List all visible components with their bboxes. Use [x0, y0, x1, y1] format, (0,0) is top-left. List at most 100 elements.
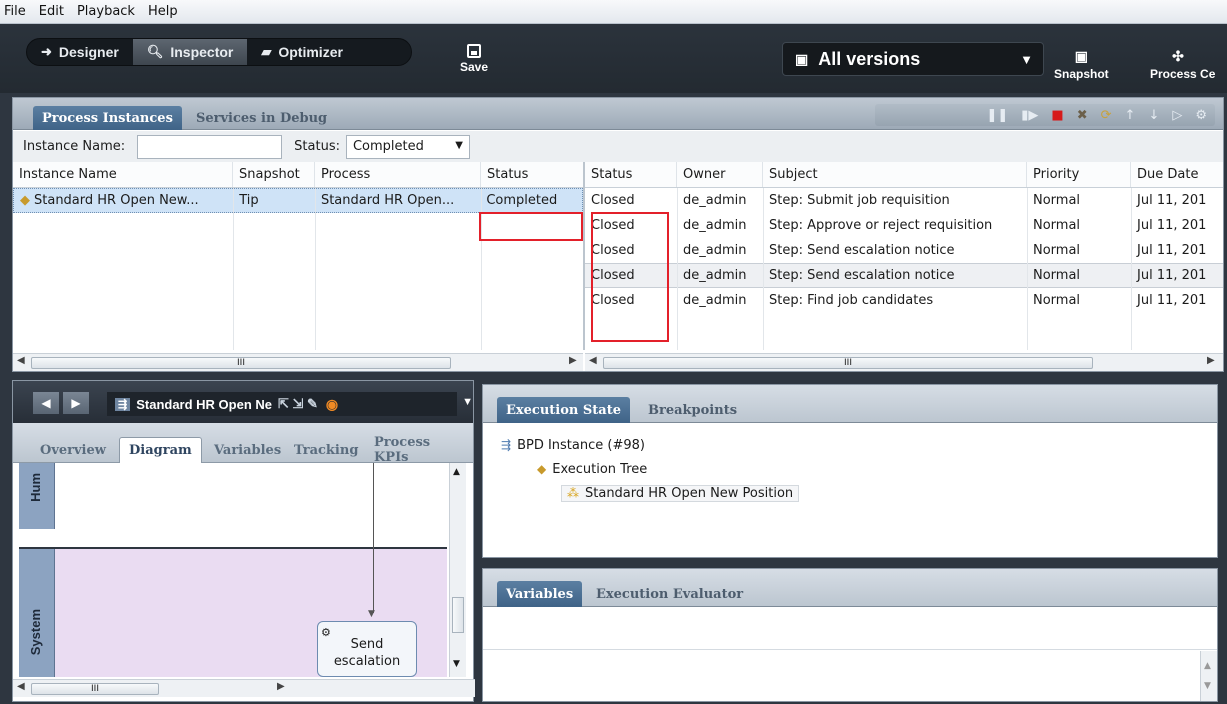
menu-playback[interactable]: Playback	[77, 4, 135, 19]
process-center-icon: ✣	[1172, 48, 1184, 64]
tab-execution-evaluator[interactable]: Execution Evaluator	[587, 581, 752, 607]
scroll-left-icon[interactable]: ◀	[17, 681, 25, 692]
variables-vscrollbar[interactable]: ▲ ▼	[1200, 651, 1217, 701]
col-due-date[interactable]: Due Date	[1131, 162, 1223, 187]
col-snapshot[interactable]: Snapshot	[233, 162, 315, 187]
tab-breakpoints[interactable]: Breakpoints	[639, 397, 746, 423]
step-up-icon[interactable]: ↑	[1125, 108, 1136, 123]
diagram-vscrollbar[interactable]: ▲ ▼	[449, 463, 466, 677]
run-icon[interactable]: ▷	[1172, 108, 1182, 123]
scroll-thumb[interactable]	[452, 597, 464, 633]
menu-file[interactable]: File	[4, 4, 26, 19]
status-cell: Completed	[486, 193, 558, 208]
variables-divider	[483, 649, 1217, 650]
col-owner[interactable]: Owner	[677, 162, 763, 187]
refresh-icon[interactable]: ⟳	[1101, 108, 1112, 123]
scroll-right-icon[interactable]: ▶	[277, 681, 285, 692]
tab-process-kpis[interactable]: Process KPIs	[365, 435, 473, 465]
subject-cell: Step: Find job candidates	[769, 293, 934, 308]
due-date-cell: Jul 11, 201	[1137, 293, 1207, 308]
play-icon[interactable]: ◉	[326, 396, 338, 413]
scroll-thumb[interactable]: III	[31, 683, 159, 695]
menu-help[interactable]: Help	[148, 4, 178, 19]
table-row[interactable]: Closed de_admin Step: Send escalation no…	[585, 263, 1223, 288]
tasks-table-header: Status Owner Subject Priority Due Date	[585, 162, 1223, 188]
arrow-head-icon: ▼	[368, 609, 375, 619]
versions-dropdown[interactable]: ▣ All versions ▼	[782, 42, 1044, 76]
chevron-down-icon[interactable]: ▼	[462, 396, 473, 408]
scroll-thumb[interactable]: III	[603, 357, 1093, 369]
scroll-thumb[interactable]: III	[31, 357, 451, 369]
scroll-down-icon[interactable]: ▼	[1204, 681, 1211, 691]
menu-edit[interactable]: Edit	[39, 4, 64, 19]
process-center-button[interactable]: ✣ Process Ce	[1150, 48, 1227, 81]
table-row[interactable]: Closed de_admin Step: Send escalation no…	[585, 238, 1223, 263]
tree-node-label: BPD Instance (#98)	[517, 437, 645, 453]
designer-button[interactable]: ➜ Designer	[27, 39, 133, 65]
settings-icon[interactable]: ⚙	[1195, 108, 1207, 123]
table-row[interactable]: ◆ Standard HR Open New... Tip Standard HR…	[13, 188, 583, 213]
inspector-button[interactable]: 🔍︎ Inspector	[132, 39, 248, 65]
tree-node-execution-tree[interactable]: ◆ Execution Tree	[501, 457, 799, 481]
tree-node-process[interactable]: ⁂ Standard HR Open New Position	[501, 481, 800, 505]
col-instance-name[interactable]: Instance Name	[13, 162, 233, 187]
scroll-up-icon[interactable]: ▲	[453, 467, 460, 477]
bpd-selector[interactable]: ⇶ Standard HR Open Ne ⇱ ⇲ ✎ ◉ ▼	[107, 392, 473, 416]
diagram-tools-icon[interactable]: ⇱ ⇲ ✎	[278, 396, 318, 412]
instances-hscrollbar[interactable]: ◀ III ▶	[13, 353, 583, 371]
priority-cell: Normal	[1033, 193, 1081, 208]
pause-icon[interactable]: ❚❚	[986, 108, 1008, 123]
terminate-icon[interactable]: ✖	[1077, 108, 1088, 123]
priority-cell: Normal	[1033, 243, 1081, 258]
col-task-status[interactable]: Status	[585, 162, 677, 187]
tab-variables-state[interactable]: Variables	[497, 581, 583, 607]
tasks-hscrollbar[interactable]: ◀ III ▶	[585, 353, 1223, 371]
activity-line2: escalation	[333, 654, 401, 669]
table-row[interactable]: Closed de_admin Step: Approve or reject …	[585, 213, 1223, 238]
chevron-down-icon: ▼	[455, 139, 463, 151]
col-priority[interactable]: Priority	[1027, 162, 1131, 187]
table-row[interactable]: Closed de_admin Step: Submit job requisi…	[585, 188, 1223, 213]
tab-variables[interactable]: Variables	[205, 437, 290, 463]
col-process[interactable]: Process	[315, 162, 481, 187]
send-escalation-activity[interactable]: ⚙ Send escalation	[317, 621, 417, 677]
task-status-cell: Closed	[591, 193, 635, 208]
stop-icon[interactable]: ■	[1051, 108, 1063, 123]
tab-services-in-debug[interactable]: Services in Debug	[187, 106, 336, 130]
scroll-right-icon[interactable]: ▶	[1207, 355, 1215, 366]
scroll-left-icon[interactable]: ◀	[17, 355, 25, 366]
col-status[interactable]: Status	[481, 162, 583, 187]
diagram-hscrollbar[interactable]: ◀ III ▶	[13, 679, 475, 697]
scroll-up-icon[interactable]: ▲	[1204, 661, 1211, 671]
optimizer-button[interactable]: ▰ Optimizer	[247, 39, 357, 65]
closed-highlight	[591, 212, 669, 342]
bpd-title: Standard HR Open Ne	[136, 396, 273, 412]
forward-button[interactable]: ▶	[63, 392, 89, 414]
subject-cell: Step: Send escalation notice	[769, 243, 955, 258]
snapshot-button[interactable]: ▣ Snapshot	[1054, 48, 1109, 81]
status-filter-select[interactable]: Completed ▼	[345, 134, 470, 159]
lane-human: Hum	[19, 463, 55, 529]
step-icon[interactable]: ▮▶	[1021, 108, 1038, 123]
tab-process-instances[interactable]: Process Instances	[33, 106, 182, 130]
variables-panel: Variables Execution Evaluator ▲ ▼	[482, 568, 1218, 702]
priority-cell: Normal	[1033, 218, 1081, 233]
scroll-right-icon[interactable]: ▶	[569, 355, 577, 366]
scroll-left-icon[interactable]: ◀	[589, 355, 597, 366]
tree-node-bpd-instance[interactable]: ⇶ BPD Instance (#98)	[501, 433, 799, 457]
col-subject[interactable]: Subject	[763, 162, 1027, 187]
table-row[interactable]: Closed de_admin Step: Find job candidate…	[585, 288, 1223, 313]
save-button[interactable]: Save	[454, 44, 494, 74]
scroll-down-icon[interactable]: ▼	[453, 659, 460, 669]
tab-execution-state[interactable]: Execution State	[497, 397, 630, 423]
tab-overview[interactable]: Overview	[31, 437, 115, 463]
back-button[interactable]: ◀	[33, 392, 59, 414]
designer-icon: ➜	[41, 44, 52, 59]
step-down-icon[interactable]: ↓	[1148, 108, 1159, 123]
process-instances-panel: Process Instances Services in Debug ❚❚ ▮…	[12, 97, 1224, 372]
instance-name-input[interactable]	[137, 134, 283, 159]
lane-system-label: System	[28, 609, 43, 656]
tab-diagram[interactable]: Diagram	[119, 437, 202, 463]
tab-tracking[interactable]: Tracking	[285, 437, 367, 463]
subject-cell: Step: Approve or reject requisition	[769, 218, 993, 233]
